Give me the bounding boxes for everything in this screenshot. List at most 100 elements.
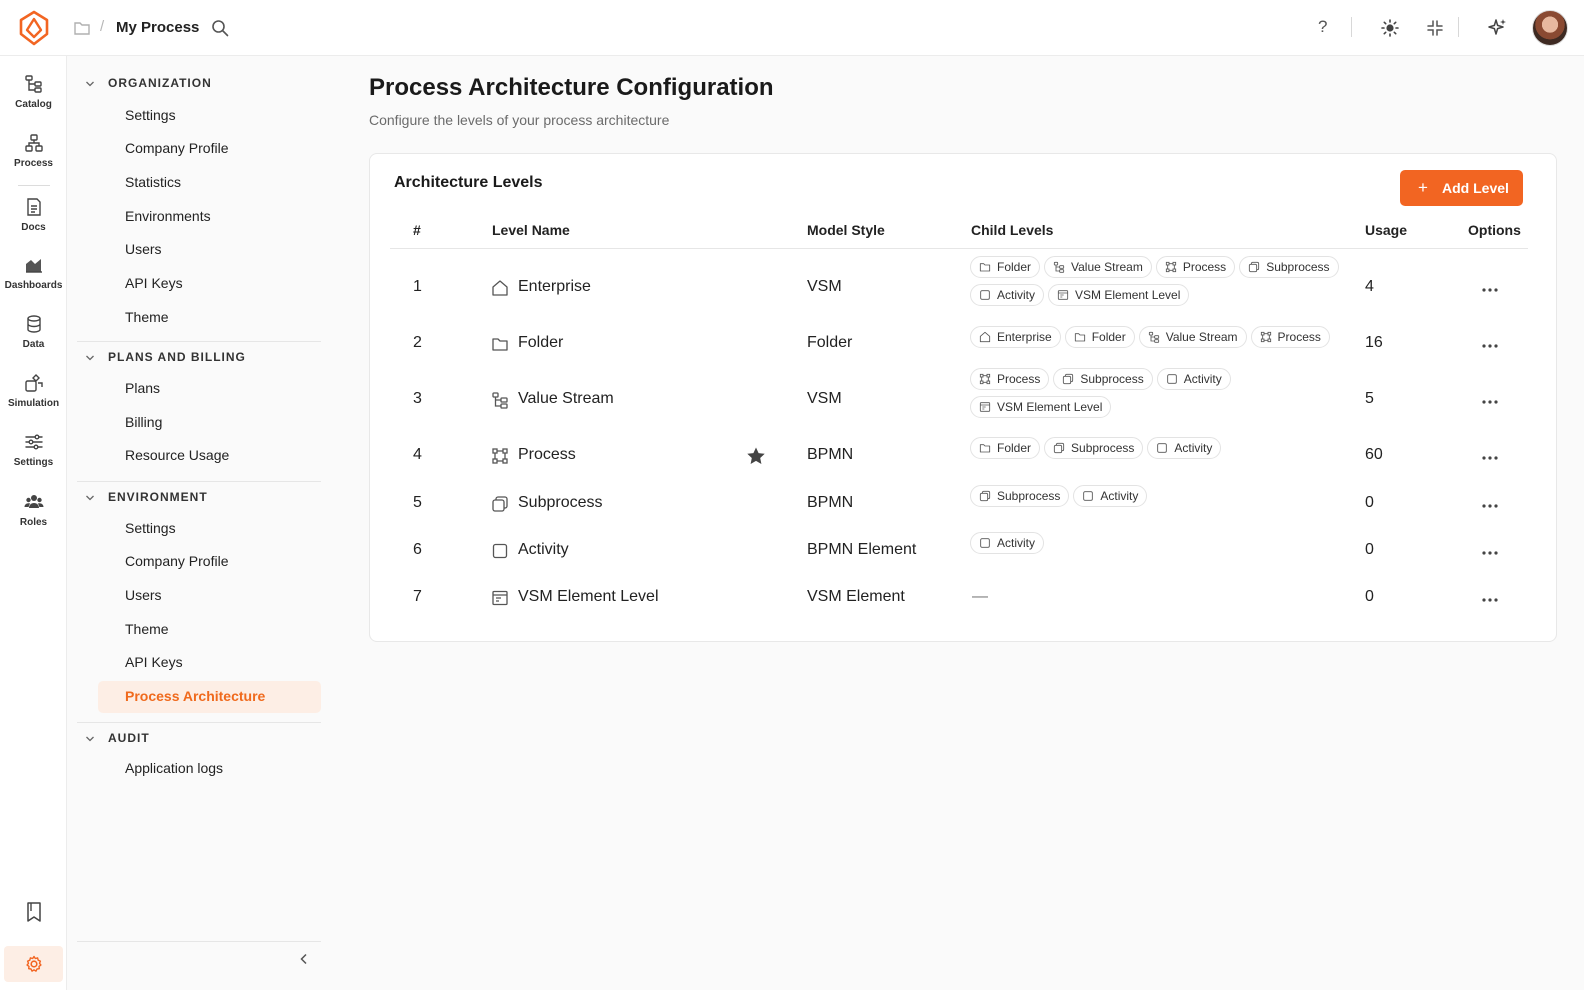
rail-settings[interactable]: Settings — [0, 432, 67, 468]
child-level-chip[interactable]: Subprocess — [1239, 256, 1339, 278]
chip-label: Activity — [1100, 489, 1139, 503]
child-level-chip[interactable]: Enterprise — [970, 326, 1061, 348]
level-name[interactable]: Folder — [518, 334, 563, 352]
table-row[interactable]: 6 Activity BPMN Element Activity 0 — [370, 529, 1558, 573]
more-options-icon[interactable] — [1480, 342, 1500, 350]
rail-docs[interactable]: Docs — [0, 197, 67, 233]
more-options-icon[interactable] — [1480, 454, 1500, 462]
app-logo-icon[interactable] — [18, 10, 50, 46]
rail-label: Dashboards — [4, 280, 63, 291]
search-icon[interactable] — [210, 18, 230, 38]
sidebar-item-billing[interactable]: Billing — [98, 407, 321, 439]
child-level-chip[interactable]: Activity — [1073, 485, 1148, 507]
sparkle-icon[interactable] — [1487, 17, 1508, 38]
row-number: 4 — [413, 446, 422, 463]
chevron-down-icon — [86, 495, 94, 501]
add-level-button[interactable]: + Add Level — [1400, 170, 1523, 206]
child-level-chip[interactable]: Value Stream — [1044, 256, 1152, 278]
rail-process[interactable]: Process — [0, 133, 67, 169]
child-level-chip[interactable]: Activity — [1156, 368, 1231, 390]
child-level-chip[interactable]: Process — [1155, 256, 1236, 278]
help-icon[interactable]: ? — [1318, 17, 1327, 37]
sidebar-item-env-settings[interactable]: Settings — [98, 513, 321, 545]
child-level-chip[interactable]: Folder — [970, 437, 1041, 459]
level-name[interactable]: Enterprise — [518, 278, 591, 296]
star-icon[interactable] — [746, 446, 766, 466]
child-level-chip[interactable]: Activity — [970, 532, 1045, 554]
sidebar-item-org-settings[interactable]: Settings — [98, 100, 321, 132]
sidebar-item-label: Resource Usage — [125, 447, 230, 463]
collapse-icon[interactable] — [1425, 18, 1445, 38]
child-level-chip[interactable]: VSM Element Level — [1048, 284, 1190, 306]
sidebar-item-resource-usage[interactable]: Resource Usage — [98, 440, 321, 472]
more-options-icon[interactable] — [1480, 502, 1500, 510]
child-level-chip[interactable]: Subprocess — [970, 485, 1070, 507]
level-name[interactable]: Activity — [518, 541, 569, 559]
subprocess-icon — [492, 496, 508, 512]
row-number: 3 — [413, 390, 422, 407]
child-level-chip[interactable]: Activity — [1147, 437, 1222, 459]
page-title: Process Architecture Configuration — [369, 74, 774, 101]
bookmark-button[interactable] — [0, 901, 67, 923]
rail-dashboards[interactable]: Dashboards — [0, 255, 67, 291]
sidebar-item-org-users[interactable]: Users — [98, 234, 321, 266]
folder-icon — [492, 338, 508, 351]
child-levels: Subprocess Activity — [970, 485, 1350, 513]
usage-count: 5 — [1365, 390, 1374, 407]
database-icon — [26, 315, 41, 333]
table-row[interactable]: 3 Value Stream VSM Process Subprocess Activit… — [370, 364, 1558, 418]
chip-label: Process — [1182, 260, 1227, 274]
group-organization[interactable]: ORGANIZATION — [77, 74, 321, 94]
sidebar-item-env-users[interactable]: Users — [98, 580, 321, 612]
child-level-chip[interactable]: Folder — [970, 256, 1041, 278]
sidebar-item-application-logs[interactable]: Application logs — [98, 753, 321, 785]
more-options-icon[interactable] — [1480, 549, 1500, 557]
child-level-chip[interactable]: Subprocess — [1053, 368, 1153, 390]
table-row[interactable]: 7 VSM Element Level VSM Element — 0 — [370, 576, 1558, 620]
chip-label: Activity — [1183, 372, 1222, 386]
settings-button[interactable] — [4, 946, 63, 982]
more-options-icon[interactable] — [1480, 398, 1500, 406]
group-environment[interactable]: ENVIRONMENT — [77, 488, 321, 508]
child-level-chip[interactable]: Activity — [970, 284, 1045, 306]
more-options-icon[interactable] — [1480, 596, 1500, 604]
rail-label: Data — [22, 339, 45, 350]
child-level-chip[interactable]: Process — [1250, 326, 1330, 348]
chevron-left-icon[interactable] — [297, 952, 311, 966]
table-row[interactable]: 5 Subprocess BPMN Subprocess Activity 0 — [370, 482, 1558, 526]
sidebar-item-process-architecture[interactable]: Process Architecture — [98, 681, 321, 713]
folder-icon[interactable] — [73, 19, 91, 37]
level-name[interactable]: Subprocess — [518, 494, 603, 512]
child-level-chip[interactable]: Folder — [1064, 326, 1135, 348]
sidebar-item-org-environments[interactable]: Environments — [98, 201, 321, 233]
breadcrumb-title[interactable]: My Process — [116, 19, 199, 36]
sidebar-item-env-company-profile[interactable]: Company Profile — [98, 546, 321, 578]
sidebar-item-plans[interactable]: Plans — [98, 373, 321, 405]
sidebar-item-org-theme[interactable]: Theme — [98, 302, 321, 334]
table-row[interactable]: 1 Enterprise VSM Folder Value Stream Process S… — [370, 252, 1558, 306]
sidebar-item-org-api-keys[interactable]: API Keys — [98, 268, 321, 300]
user-avatar[interactable] — [1532, 10, 1568, 46]
group-audit[interactable]: AUDIT — [77, 729, 321, 749]
rail-roles[interactable]: Roles — [0, 492, 67, 528]
sidebar-item-org-company-profile[interactable]: Company Profile — [98, 133, 321, 165]
more-options-icon[interactable] — [1480, 286, 1500, 294]
table-row[interactable]: 2 Folder Folder Enterprise Folder Value Strea… — [370, 322, 1558, 366]
rail-data[interactable]: Data — [0, 314, 67, 350]
chip-label: Folder — [1091, 330, 1126, 344]
rail-simulation[interactable]: Simulation — [0, 373, 67, 409]
child-level-chip[interactable]: Process — [970, 368, 1050, 390]
sidebar-item-org-statistics[interactable]: Statistics — [98, 167, 321, 199]
child-level-chip[interactable]: VSM Element Level — [970, 396, 1112, 418]
level-name[interactable]: Value Stream — [518, 390, 614, 408]
table-row[interactable]: 4 Process BPMN Folder Subprocess Activity 60 — [370, 434, 1558, 478]
level-name[interactable]: VSM Element Level — [518, 588, 659, 606]
child-level-chip[interactable]: Subprocess — [1044, 437, 1144, 459]
level-name[interactable]: Process — [518, 446, 576, 464]
sidebar-item-env-theme[interactable]: Theme — [98, 614, 321, 646]
rail-catalog[interactable]: Catalog — [0, 74, 67, 110]
child-level-chip[interactable]: Value Stream — [1138, 326, 1247, 348]
sidebar-item-env-api-keys[interactable]: API Keys — [98, 647, 321, 679]
group-plans-billing[interactable]: PLANS AND BILLING — [77, 348, 321, 368]
theme-toggle-icon[interactable] — [1380, 18, 1400, 38]
